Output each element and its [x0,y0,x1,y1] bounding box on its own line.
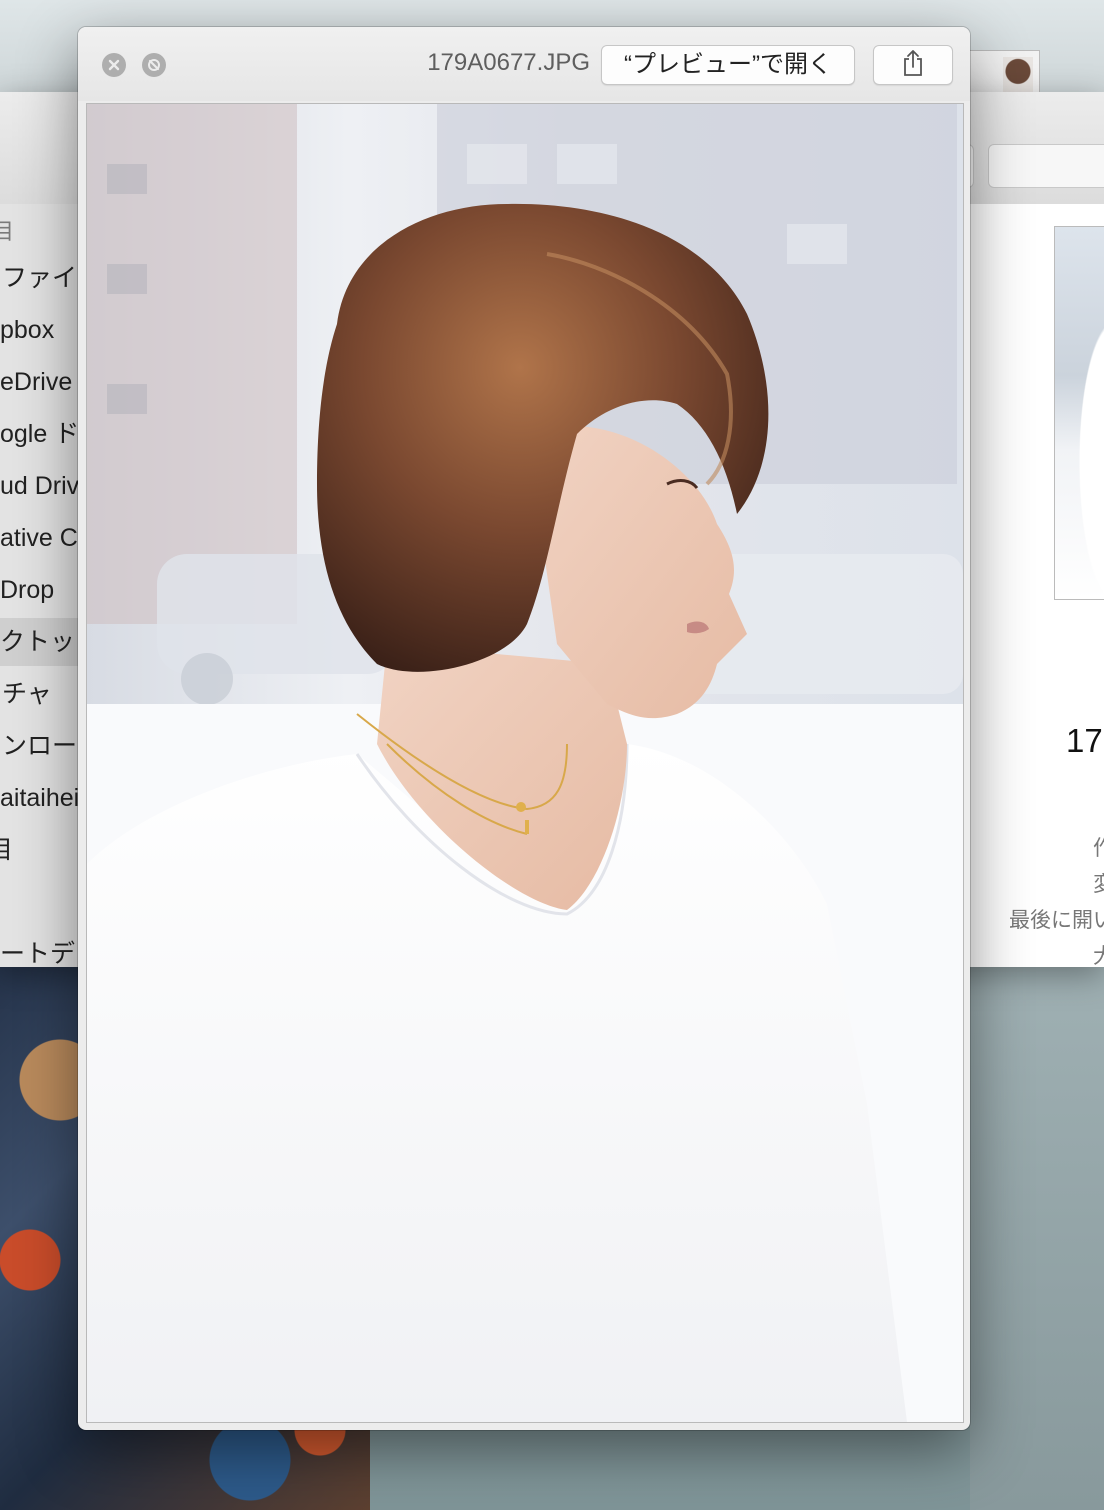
sidebar-item-pictures[interactable]: チャ [0,670,90,718]
preview-thumbnail [1054,226,1104,600]
info-label-modified: 変 [1093,873,1104,896]
info-label-created: 作 [1093,837,1104,860]
sidebar-heading: 目 [0,219,15,244]
desktop-file-thumbnail[interactable] [968,50,1040,97]
share-button[interactable] [873,45,953,85]
sidebar-item-creative-cloud[interactable]: ative C [0,514,90,562]
info-label-last-opened: 最後に開い [1009,909,1104,932]
open-with-preview-button[interactable]: “プレビュー”で開く [601,45,855,85]
sidebar-item-remote-disc[interactable]: ートデ [0,930,90,978]
desktop-wallpaper [970,965,1104,1510]
finder-sidebar: 目 ファイル pbox eDrive ogle ド ud Driv ative … [0,204,90,968]
sidebar-item-icloud-drive[interactable]: ud Driv [0,462,90,510]
finder-search-field[interactable] [988,144,1104,188]
quicklook-titlebar[interactable]: 179A0677.JPG “プレビュー”で開く [78,27,970,101]
preview-filename: 179 [1066,722,1104,759]
sidebar-item-desktop[interactable]: クトッ [0,618,90,666]
sidebar-item-airdrop[interactable]: Drop [0,566,90,614]
sidebar-item-user[interactable]: aitaihei [0,774,90,822]
sidebar-item[interactable]: ファイル [0,254,90,302]
sidebar-item[interactable]: 目 [0,826,90,874]
sidebar-item-google-drive[interactable]: ogle ド [0,410,90,458]
quicklook-filename: 179A0677.JPG [427,49,590,76]
info-label-size: 大 [1093,945,1104,968]
quicklook-window: 179A0677.JPG “プレビュー”で開く [78,27,970,1430]
woman-portrait-photo [87,104,963,1422]
share-icon [901,49,925,82]
sidebar-item-dropbox[interactable]: pbox [0,306,90,354]
sidebar-item-downloads[interactable]: ンロー [0,722,90,770]
finder-preview-pane: 179 作 変 最後に開い 大 [970,204,1104,968]
photo-preview [86,103,964,1423]
sidebar-item-onedrive[interactable]: eDrive [0,358,90,406]
